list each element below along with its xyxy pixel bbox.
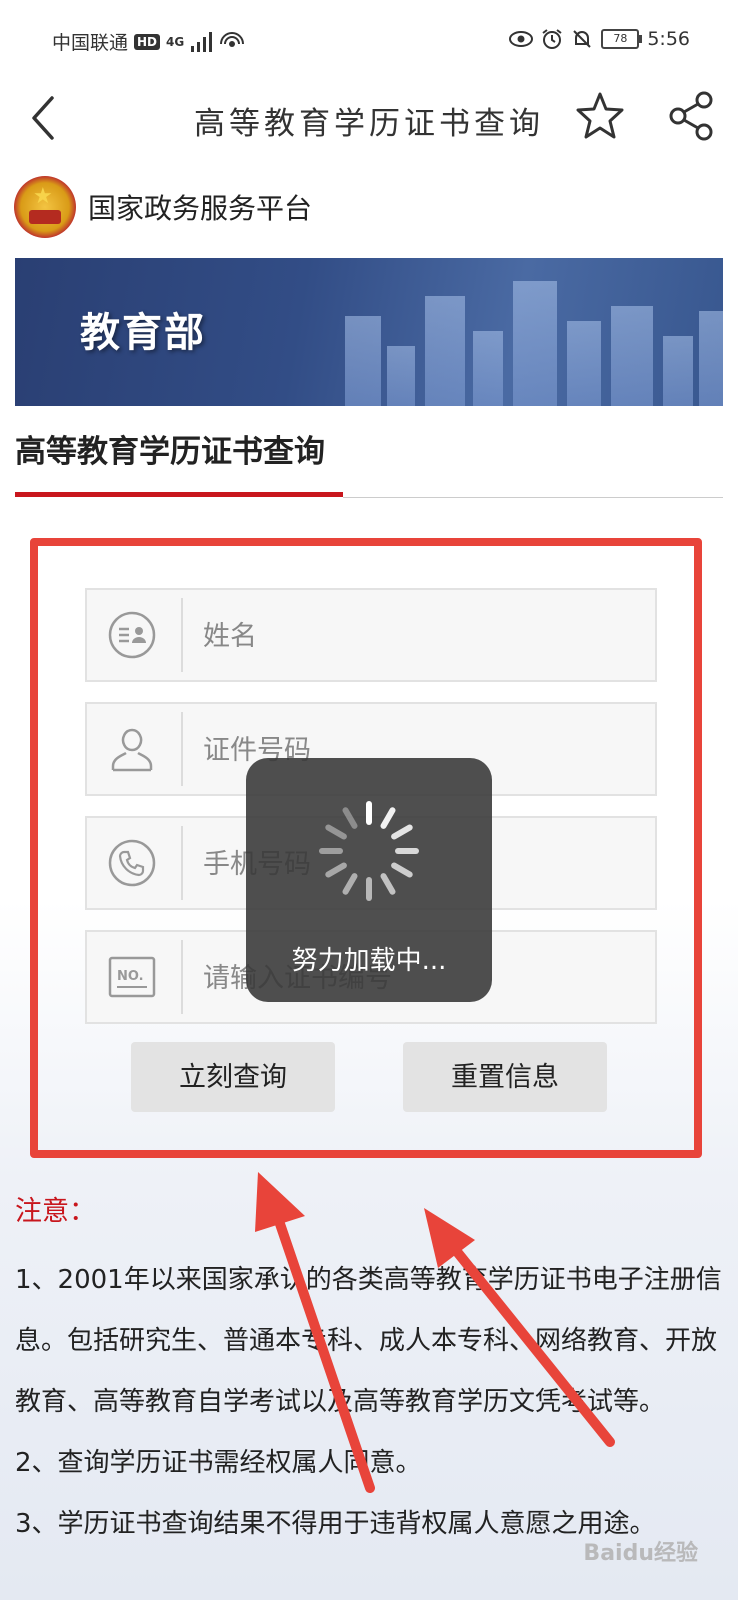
hotspot-icon (220, 31, 245, 47)
divider (343, 497, 723, 498)
section-title: 高等教育学历证书查询 (15, 434, 325, 470)
banner-building (611, 306, 653, 406)
banner-building (663, 336, 693, 406)
eye-icon (509, 31, 534, 47)
banner-building (699, 311, 723, 406)
network-label: 4G (166, 34, 185, 49)
banner-building (425, 296, 465, 406)
share-icon[interactable] (664, 88, 720, 144)
carrier-label: 中国联通 (52, 32, 129, 54)
banner-building (473, 331, 503, 406)
platform-name: 国家政务服务平台 (88, 192, 313, 225)
battery-icon: 78 (601, 29, 643, 49)
star-outline-icon[interactable] (572, 88, 628, 144)
notice-item: 1、2001年以来国家承认的各类高等教育学历证书电子注册信息。包括研究生、普通本… (15, 1265, 722, 1417)
nav-bar: 高等教育学历证书查询 (0, 82, 738, 154)
gov-platform-header: 国家政务服务平台 (14, 172, 312, 242)
status-bar: 中国联通 HD 4G 78 5:56 (0, 0, 738, 82)
status-left: 中国联通 HD 4G (52, 28, 248, 55)
clock-label: 5:56 (647, 28, 690, 50)
hd-badge: HD (134, 33, 161, 50)
loading-text: 努力加载中... (291, 946, 447, 976)
banner-title: 教育部 (80, 310, 206, 356)
alarm-icon (542, 29, 562, 49)
banner-building (567, 321, 601, 406)
national-emblem-icon (14, 176, 76, 238)
spinner-icon (319, 801, 419, 901)
bell-off-icon (573, 30, 592, 48)
banner-building (387, 346, 415, 406)
watermark: Baidu经验 (583, 1541, 698, 1566)
signal-icon (191, 31, 213, 52)
section-underline (15, 492, 343, 497)
banner-building (345, 316, 381, 406)
status-right: 78 5:56 (509, 28, 690, 50)
notice-item: 2、查询学历证书需经权属人同意。 (15, 1448, 422, 1478)
ministry-banner: 教育部 (15, 258, 723, 406)
banner-building (513, 281, 557, 406)
loading-toast: 努力加载中... (246, 758, 492, 1002)
notice-section: 注意： 1、2001年以来国家承认的各类高等教育学历证书电子注册信息。包括研究生… (15, 1194, 725, 1555)
notice-title: 注意： (15, 1196, 96, 1227)
